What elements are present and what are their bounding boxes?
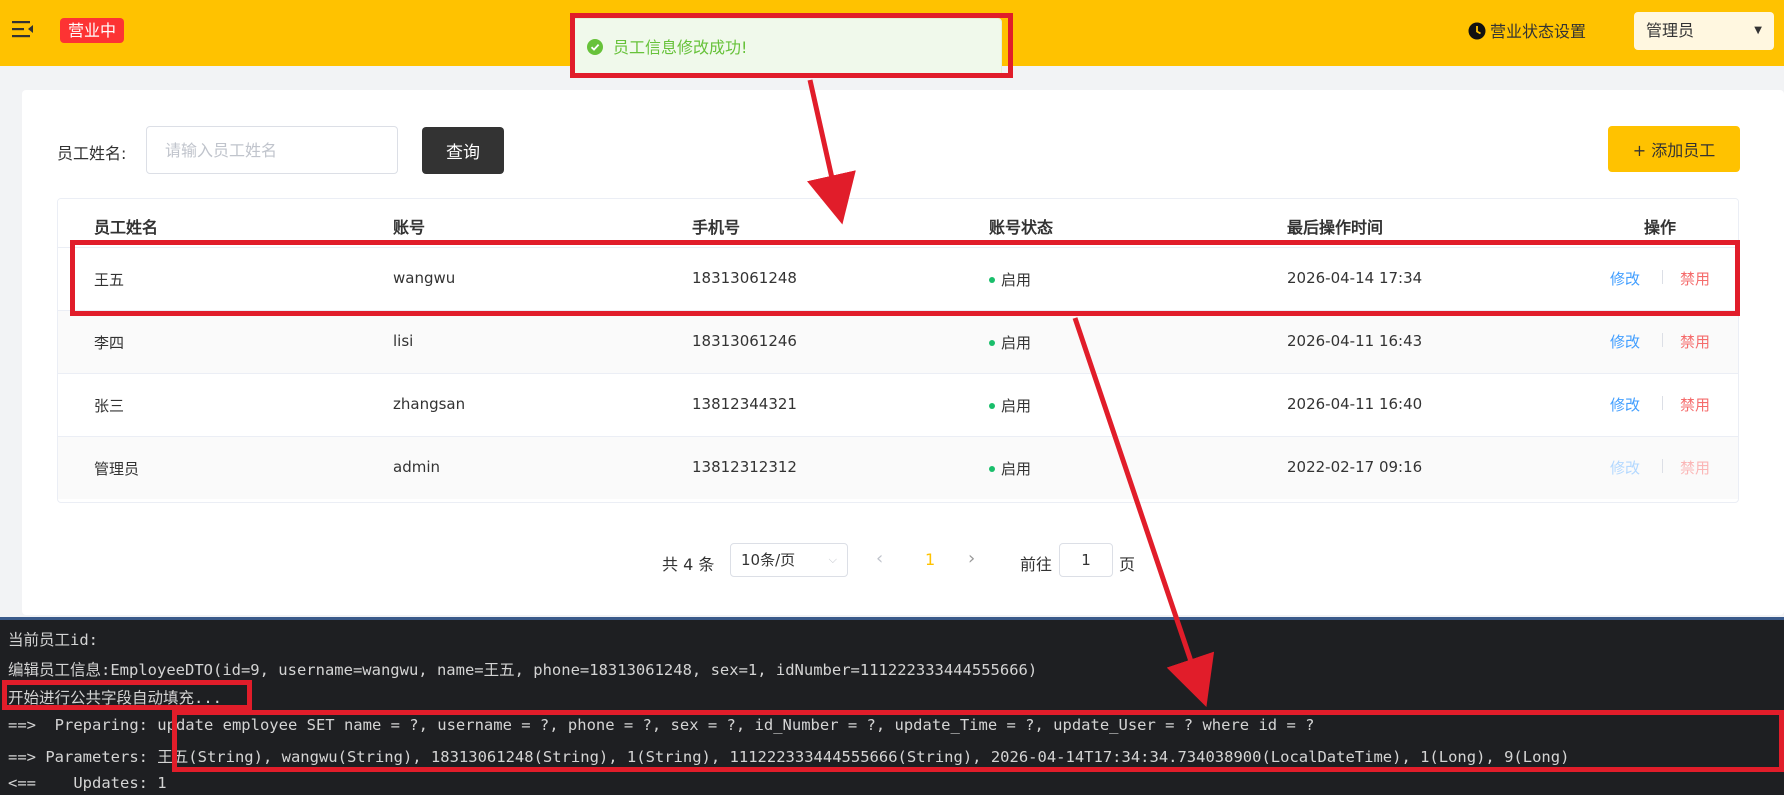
cell-time: 2026-04-11 16:40	[1287, 395, 1423, 413]
status-text: 启用	[1001, 397, 1032, 415]
chevron-down-icon: ⌵	[828, 553, 837, 566]
column-header-account: 账号	[393, 218, 426, 237]
employee-table: 员工姓名 账号 手机号 账号状态 最后操作时间 操作 王五 wangwu 183…	[57, 198, 1739, 503]
caret-down-icon: ▼	[1754, 25, 1762, 36]
status-dot-icon	[989, 340, 995, 346]
clock-icon	[1468, 22, 1486, 40]
cell-name: 管理员	[94, 460, 140, 478]
shop-status-settings-button[interactable]: 营业状态设置	[1468, 20, 1586, 44]
table-row: 管理员 admin 13812312312 启用 2022-02-17 09:1…	[58, 436, 1738, 499]
pagination-total: 共 4 条	[662, 555, 715, 574]
cell-status: 启用	[989, 269, 1031, 290]
cell-status: 启用	[989, 458, 1031, 479]
cell-time: 2022-02-17 09:16	[1287, 458, 1423, 476]
column-header-status: 账号状态	[989, 218, 1054, 237]
table-row: 李四 lisi 18313061246 启用 2026-04-11 16:43 …	[58, 310, 1738, 373]
success-check-icon	[587, 39, 603, 55]
console-line: 当前员工id:	[8, 631, 98, 649]
edit-button[interactable]: 修改	[1610, 394, 1640, 415]
column-header-name: 员工姓名	[94, 218, 159, 237]
disable-button[interactable]: 禁用	[1680, 331, 1710, 352]
column-header-phone: 手机号	[692, 218, 741, 237]
cell-account: zhangsan	[393, 395, 466, 413]
prev-page-button[interactable]: ‹	[876, 548, 883, 569]
page-size-select[interactable]: 10条/页 ⌵	[730, 543, 848, 577]
cell-account: lisi	[393, 332, 414, 350]
cell-name: 张三	[94, 397, 125, 415]
menu-fold-icon[interactable]	[12, 20, 36, 42]
cell-status: 启用	[989, 332, 1031, 353]
console-line: 开始进行公共字段自动填充...	[8, 689, 222, 707]
column-header-time: 最后操作时间	[1287, 218, 1384, 237]
search-label: 员工姓名:	[57, 144, 127, 163]
disable-button-disabled: 禁用	[1680, 459, 1711, 477]
disable-button[interactable]: 禁用	[1680, 268, 1710, 289]
action-divider	[1662, 270, 1663, 284]
cell-phone: 18313061246	[692, 332, 797, 350]
console-line: 编辑员工信息:EmployeeDTO(id=9, username=wangwu…	[8, 661, 1038, 679]
action-divider	[1662, 459, 1663, 473]
table-header: 员工姓名 账号 手机号 账号状态 最后操作时间 操作	[58, 199, 1738, 247]
employee-name-search-input[interactable]	[146, 126, 398, 174]
cell-account: wangwu	[393, 269, 456, 287]
status-text: 启用	[1001, 271, 1032, 289]
user-dropdown[interactable]: 管理员 ▼	[1634, 12, 1774, 50]
console-line: ==> Preparing: update employee SET name …	[8, 716, 1315, 734]
table-row: 张三 zhangsan 13812344321 启用 2026-04-11 16…	[58, 373, 1738, 436]
cell-account: admin	[393, 458, 440, 476]
cell-status: 启用	[989, 395, 1031, 416]
status-text: 启用	[1001, 334, 1032, 352]
status-dot-icon	[989, 277, 995, 283]
console-line: <== Updates: 1	[8, 774, 167, 792]
action-divider	[1662, 333, 1663, 347]
query-button[interactable]: 查询	[422, 127, 504, 174]
cell-name: 王五	[94, 271, 125, 289]
console-line: ==> Parameters: 王五(String), wangwu(Strin…	[8, 748, 1570, 766]
cell-phone: 13812312312	[692, 458, 797, 476]
cell-phone: 13812344321	[692, 395, 797, 413]
cell-time: 2026-04-14 17:34	[1287, 269, 1423, 287]
cell-phone: 18313061248	[692, 269, 797, 287]
column-header-actions: 操作	[1644, 218, 1677, 237]
table-row: 王五 wangwu 18313061248 启用 2026-04-14 17:3…	[58, 247, 1738, 310]
success-toast: 员工信息修改成功!	[572, 18, 1002, 78]
toast-message: 员工信息修改成功!	[613, 38, 748, 57]
disable-button[interactable]: 禁用	[1680, 394, 1710, 415]
page-size-value: 10条/页	[741, 551, 796, 569]
status-dot-icon	[989, 466, 995, 472]
goto-page-input[interactable]	[1059, 543, 1113, 577]
page-number-current[interactable]: 1	[925, 550, 935, 569]
status-text: 启用	[1001, 460, 1032, 478]
action-divider	[1662, 396, 1663, 410]
shop-status-label: 营业状态设置	[1490, 22, 1587, 41]
edit-button-disabled: 修改	[1610, 459, 1641, 477]
user-name: 管理员	[1646, 21, 1695, 40]
edit-button[interactable]: 修改	[1610, 268, 1640, 289]
goto-unit: 页	[1119, 555, 1136, 574]
next-page-button[interactable]: ›	[968, 548, 975, 569]
business-status-tag: 营业中	[60, 18, 125, 43]
add-employee-button[interactable]: + 添加员工	[1608, 126, 1740, 172]
goto-label: 前往	[1020, 555, 1053, 574]
cell-name: 李四	[94, 334, 125, 352]
cell-time: 2026-04-11 16:43	[1287, 332, 1423, 350]
ide-console: 当前员工id: 编辑员工信息:EmployeeDTO(id=9, usernam…	[0, 617, 1784, 795]
status-dot-icon	[989, 403, 995, 409]
edit-button[interactable]: 修改	[1610, 331, 1640, 352]
